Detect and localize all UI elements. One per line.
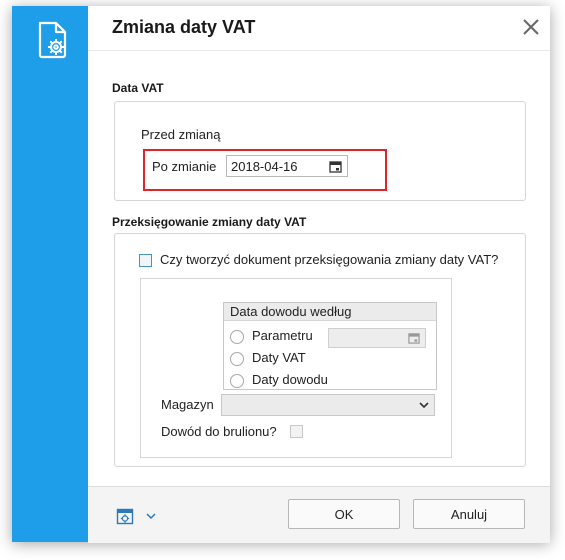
draft-label: Dowód do brulionu? [161,424,277,439]
radio-parameter[interactable] [230,330,244,344]
document-gear-icon [38,21,67,59]
highlight-box [143,149,387,191]
radio-vat-date-label: Daty VAT [252,350,306,365]
dialog-main: Zmiana daty VAT Data VAT Przed zmianą Po… [88,6,550,543]
radio-proof-date-label: Daty dowodu [252,372,328,387]
radio-proof-date[interactable] [230,374,244,388]
rebooking-options-panel: Data dowodu według Parametru Daty VAT Da… [140,278,452,458]
ok-button[interactable]: OK [288,499,400,529]
create-document-checkbox[interactable] [139,254,152,267]
proof-date-group: Data dowodu według Parametru Daty VAT Da… [223,302,437,390]
proof-date-group-title: Data dowodu według [230,304,352,319]
dialog-sidebar [12,6,88,542]
title-bar: Zmiana daty VAT [88,6,550,50]
data-vat-section-label: Data VAT [112,81,164,95]
calendar-settings-icon[interactable] [116,507,136,527]
dialog-window: Zmiana daty VAT Data VAT Przed zmianą Po… [12,6,550,543]
proof-date-group-header: Data dowodu według [224,303,436,321]
radio-vat-date[interactable] [230,352,244,366]
parameter-date-input [328,328,426,348]
chevron-down-icon[interactable] [146,512,156,520]
cancel-button[interactable]: Anuluj [413,499,525,529]
draft-checkbox[interactable] [290,425,303,438]
dialog-footer: OK Anuluj [88,486,550,543]
dialog-content: Data VAT Przed zmianą Po zmianie 2018-04… [88,50,550,487]
warehouse-select[interactable] [221,394,435,416]
rebooking-section-label: Przeksięgowanie zmiany daty VAT [112,215,307,229]
chevron-down-icon [419,402,429,409]
radio-parameter-label: Parametru [252,328,313,343]
before-change-label: Przed zmianą [141,127,221,142]
calendar-icon [408,333,420,344]
create-document-label: Czy tworzyć dokument przeksięgowania zmi… [160,252,499,267]
close-icon[interactable] [520,16,542,38]
warehouse-label: Magazyn [161,397,214,412]
dialog-title: Zmiana daty VAT [112,17,256,37]
